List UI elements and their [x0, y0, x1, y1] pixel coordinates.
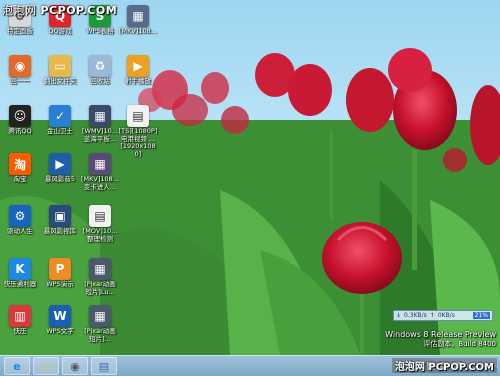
desktop-icon[interactable]: ▦ [WMV]10... 蓝海平板...: [80, 105, 120, 143]
media-player-icon: ▶: [127, 55, 149, 77]
desktop-icon-label: 回收站: [90, 77, 110, 85]
desktop-icon-label: 暴风影视库: [43, 227, 77, 235]
taobao-icon: 淘: [9, 153, 31, 175]
download-speed: 0.3KB/s: [404, 312, 427, 319]
watermark-bottom: 泡泡网 PCPOP.COM: [391, 358, 497, 373]
qq-penguin-icon: ☺: [9, 105, 31, 127]
driver-gear-icon: ⚙: [9, 205, 31, 227]
desktop-icon[interactable]: ✓ 金山卫士: [40, 105, 80, 136]
desktop-icon[interactable]: ⚙ 驱动人生: [0, 205, 40, 236]
desktop-icon-label: 翻出文件夹: [43, 77, 77, 85]
document-icon: ▤: [89, 205, 111, 227]
wps-presentation-icon: P: [49, 258, 71, 280]
document-icon: ▤: [127, 105, 149, 127]
watermark-top-brand: PCPOP.COM: [40, 4, 118, 17]
desktop-icon-label: WPS演示: [46, 280, 74, 288]
video-file-icon: ▦: [89, 258, 111, 280]
download-arrow-icon: ↓: [396, 312, 402, 319]
desktop-icon-label: [Pixar动画 短片]Lu...: [84, 280, 116, 296]
video-file-icon: ▦: [89, 153, 111, 175]
desktop-icon-label: QQ游戏: [48, 27, 72, 35]
watermark-top: 泡泡网 PCPOP.COM: [2, 2, 117, 18]
storm-library-icon: ▣: [49, 205, 71, 227]
wps-writer-icon: W: [49, 305, 71, 327]
desktop-icon-label: [Pixar动画 短片]...: [84, 327, 116, 343]
desktop-icon[interactable]: W WPS文字: [40, 305, 80, 336]
explorer-taskbar-button[interactable]: ▭: [33, 357, 59, 375]
desktop-icon[interactable]: ☺ 腾讯QQ: [0, 105, 40, 136]
desktop-icon[interactable]: ▥ 快压: [0, 305, 40, 336]
desktop-icon-label: 金山卫士: [47, 127, 73, 135]
taskbar-buttons: e ▭ ◉ ▤: [0, 357, 117, 375]
kuaiya-archive-icon: ▥: [9, 305, 31, 327]
folder-icon: ▭: [49, 55, 71, 77]
desktop-icon[interactable]: ▦ [Pixar动画 短片]Lu...: [80, 258, 120, 296]
ie-icon: e: [13, 359, 21, 373]
desktop-icon-label: [WMV]10... 蓝海平板...: [81, 127, 119, 143]
media-icon: ◉: [70, 359, 80, 373]
desktop-icon[interactable]: ▦ [MKV]108... 变卡进人...: [80, 153, 120, 191]
desktop-icon-label: [TS][1080P] 电港视频 ...[1920x1080]: [118, 127, 158, 158]
usage-percent: 21%: [472, 312, 490, 319]
ie-taskbar-button[interactable]: e: [4, 357, 30, 375]
desktop-icon[interactable]: ♻ 回收站: [80, 55, 120, 86]
media-taskbar-button[interactable]: ◉: [62, 357, 88, 375]
desktop-icon-label: [MOV]10... 整理检测: [82, 227, 118, 243]
desktop-icon[interactable]: ▦ [MKV]108...: [118, 5, 158, 36]
desktop-icon-label: [MKV]108...: [119, 27, 157, 35]
desktop-icon[interactable]: ▤ [MOV]10... 整理检测: [80, 205, 120, 243]
desktop-icon[interactable]: ▤ [TS][1080P] 电港视频 ...[1920x1080]: [118, 105, 158, 158]
desktop-icon[interactable]: ▶ 暴风影音5: [40, 153, 80, 184]
desktop-icon-label: 射手播放: [125, 77, 151, 85]
desktop-icon-label: WPS文字: [46, 327, 74, 335]
storm-player-icon: ▶: [49, 153, 71, 175]
video-file-icon: ▦: [89, 305, 111, 327]
desktop-icon-label: 快压: [13, 327, 27, 335]
upload-arrow-icon: ↑: [429, 312, 435, 319]
shield-icon: ✓: [49, 105, 71, 127]
desktop-icon[interactable]: ▭ 翻出文件夹: [40, 55, 80, 86]
video-file-icon: ▦: [89, 105, 111, 127]
desktop-icon[interactable]: ▣ 暴风影视库: [40, 205, 80, 236]
os-edition: Windows 8 Release Preview: [385, 330, 496, 339]
desktop-icon-label: 腾讯QQ: [8, 127, 32, 135]
desktop-icon-label: [MKV]108... 变卡进人...: [81, 175, 119, 191]
desktop-icon-label: 回一一: [10, 77, 30, 85]
app-icon: ◉: [9, 55, 31, 77]
os-build: 评估副本。Build 8400: [423, 340, 496, 348]
desktop-icon-label: 暴风影音5: [44, 175, 76, 183]
desktop-icon[interactable]: ◉ 回一一: [0, 55, 40, 86]
desktop-icon[interactable]: ▶ 射手播放: [118, 55, 158, 86]
desktop: 泡泡网 PCPOP.COM ⚙ 特定面板 Q QQ游戏 S WPS表格 ▦ [MKV]108.…: [0, 0, 500, 355]
kuaiya-icon: K: [9, 258, 31, 280]
watermark-top-prefix: 泡泡网: [2, 4, 37, 17]
os-build-watermark: Windows 8 Release Preview 评估副本。Build 840…: [385, 330, 496, 349]
desktop-icon-label: 驱动人生: [7, 227, 33, 235]
window-icon: ▤: [98, 359, 110, 373]
desktop-icon-label: 淘宝: [13, 175, 27, 183]
desktop-icon-label: 特定面板: [7, 27, 33, 35]
recycle-bin-icon: ♻: [89, 55, 111, 77]
window-taskbar-button[interactable]: ▤: [91, 357, 117, 375]
network-speed-widget[interactable]: ↓ 0.3KB/s ↑ 0KB/s 21%: [393, 310, 493, 321]
desktop-icon[interactable]: P WPS演示: [40, 258, 80, 289]
upload-speed: 0KB/s: [437, 312, 455, 319]
explorer-icon: ▭: [40, 359, 52, 373]
desktop-icon[interactable]: 淘淘宝: [0, 153, 40, 184]
desktop-icon[interactable]: ▦ [Pixar动画 短片]...: [80, 305, 120, 343]
desktop-icon-label: 快压通利器: [3, 280, 37, 288]
desktop-icon[interactable]: K 快压通利器: [0, 258, 40, 289]
video-file-icon: ▦: [127, 5, 149, 27]
desktop-icon-label: WPS表格: [86, 27, 114, 35]
